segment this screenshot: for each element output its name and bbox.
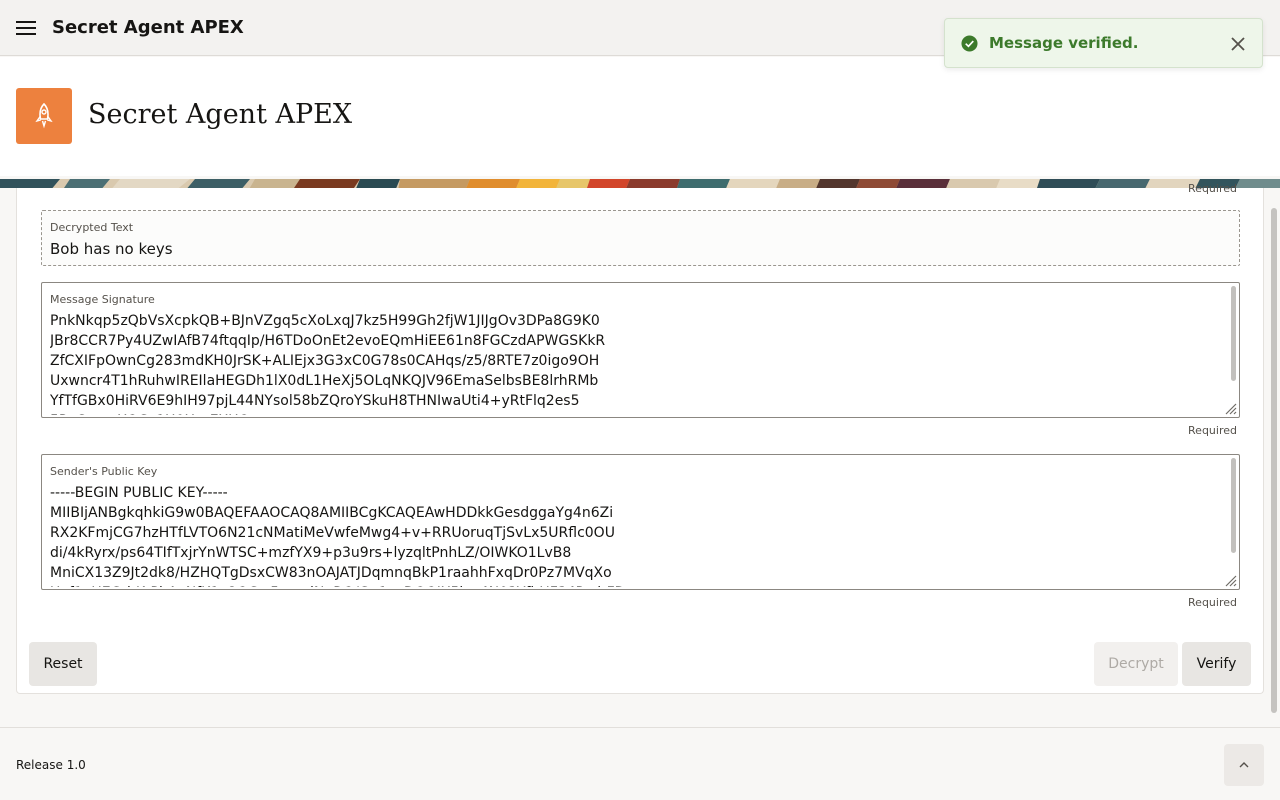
toast-message: Message verified. — [989, 34, 1139, 52]
textarea-scrollbar[interactable] — [1231, 286, 1236, 381]
hamburger-icon — [16, 20, 36, 35]
reset-button[interactable]: Reset — [29, 642, 97, 686]
decrypted-text-label: Decrypted Text — [50, 221, 134, 234]
check-circle-icon — [961, 35, 978, 52]
required-indicator: Required — [1188, 182, 1237, 195]
app-name[interactable]: Secret Agent APEX — [52, 17, 244, 38]
hero-region: Secret Agent APEX — [0, 57, 1280, 176]
message-signature-textarea[interactable]: PnkNkqp5zQbVsXcpkQB+BJnVZgq5cXoLxqJ7kz5H… — [50, 311, 1225, 415]
public-key-label: Sender's Public Key — [50, 465, 158, 478]
verify-button[interactable]: Verify — [1182, 642, 1251, 686]
rocket-icon — [35, 103, 53, 129]
decorative-banner — [0, 176, 1280, 188]
menu-toggle-button[interactable] — [0, 0, 52, 56]
scroll-to-top-button[interactable] — [1224, 744, 1264, 786]
decrypted-text-field: Decrypted Text Bob has no keys — [41, 210, 1240, 266]
public-key-required-indicator: Required — [1188, 596, 1237, 609]
public-key-textarea[interactable]: -----BEGIN PUBLIC KEY----- MIIBIjANBgkqh… — [50, 483, 1225, 587]
page-footer: Release 1.0 — [0, 727, 1280, 800]
success-toast: Message verified. — [944, 18, 1263, 68]
chevron-up-icon — [1239, 762, 1249, 768]
decrypted-text-value: Bob has no keys — [50, 240, 173, 258]
decrypt-button[interactable]: Decrypt — [1094, 642, 1178, 686]
form-region: Required Decrypted Text Bob has no keys … — [16, 182, 1264, 694]
message-signature-field[interactable]: Message Signature PnkNkqp5zQbVsXcpkQB+BJ… — [41, 282, 1240, 418]
signature-required-indicator: Required — [1188, 424, 1237, 437]
page-title: Secret Agent APEX — [88, 99, 353, 130]
release-version: Release 1.0 — [16, 758, 86, 772]
app-icon — [16, 88, 72, 144]
message-signature-label: Message Signature — [50, 293, 155, 306]
resize-handle-icon[interactable] — [1223, 573, 1237, 587]
close-icon[interactable] — [1229, 35, 1247, 53]
resize-handle-icon[interactable] — [1223, 401, 1237, 415]
textarea-scrollbar[interactable] — [1231, 458, 1236, 553]
page-scrollbar[interactable] — [1271, 208, 1277, 713]
public-key-field[interactable]: Sender's Public Key -----BEGIN PUBLIC KE… — [41, 454, 1240, 590]
